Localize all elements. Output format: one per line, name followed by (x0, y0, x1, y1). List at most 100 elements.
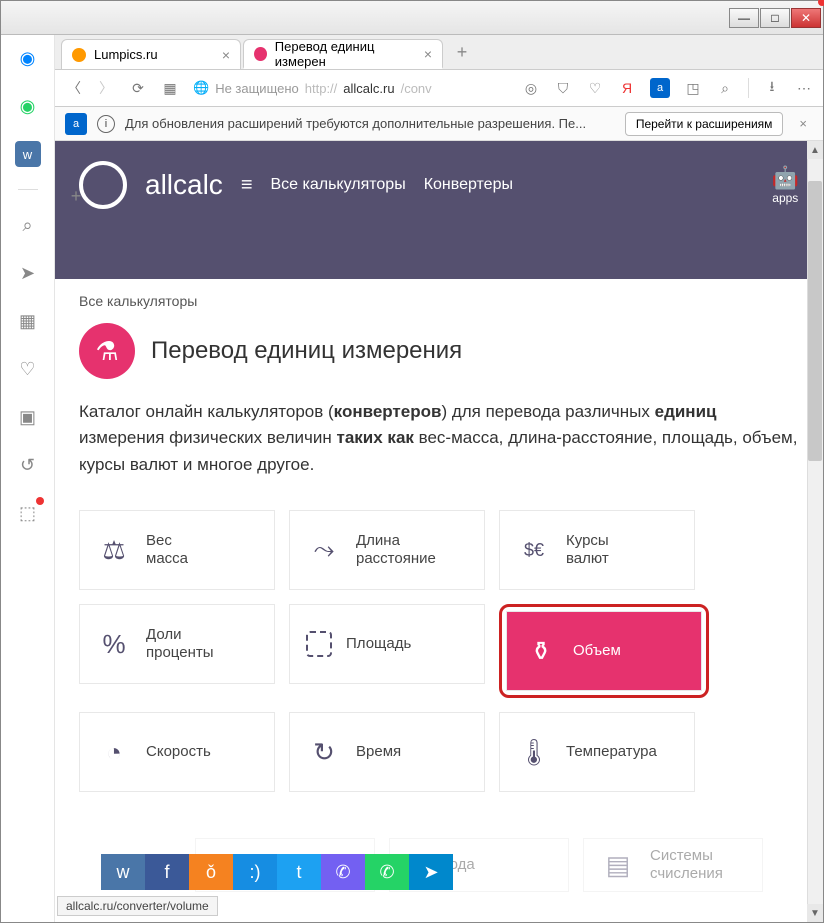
new-tab-button[interactable]: + (451, 41, 473, 63)
back-button[interactable]: 〈 (65, 79, 83, 97)
ext-yandex-icon[interactable]: Я (618, 79, 636, 97)
tab-title: Перевод единиц измерен (275, 39, 416, 69)
nav-converters[interactable]: Конвертеры (424, 176, 513, 194)
tab-close-icon[interactable]: × (222, 47, 230, 63)
tab-close-icon[interactable]: × (424, 46, 432, 62)
vk-icon[interactable]: w (15, 141, 41, 167)
search-icon[interactable]: ⌕ (716, 79, 734, 97)
card-label: Курсы валют (566, 532, 609, 568)
whatsapp-icon[interactable]: ◉ (15, 93, 41, 119)
card-time[interactable]: ↻Время (289, 712, 485, 792)
card-label: Время (356, 743, 401, 761)
heart-icon[interactable]: ♡ (15, 356, 41, 382)
share-whatsapp-icon[interactable]: ✆ (365, 854, 409, 890)
goto-extensions-button[interactable]: Перейти к расширениям (625, 112, 784, 136)
messenger-icon[interactable]: ◉ (15, 45, 41, 71)
scrollbar-thumb[interactable] (808, 181, 822, 461)
search-icon[interactable]: ⌕ (15, 212, 41, 238)
address-bar: 〈 〉 ⟳ ▦ 🌐 Не защищено http://allcalc.ru/… (55, 69, 823, 107)
extensions-icon[interactable]: ⬚ (15, 500, 41, 526)
menu-icon[interactable]: ⋯ (795, 79, 813, 97)
percent-icon: % (96, 626, 132, 662)
card-label: Площадь (346, 635, 411, 653)
favicon-icon (72, 48, 86, 62)
card-currency[interactable]: $€ Курсы валют (499, 510, 695, 590)
card-area[interactable]: ▢ Площадь (289, 604, 485, 684)
site-header: allcalc ≡ Все калькуляторы Конвертеры 🤖 … (55, 141, 823, 279)
card-label: Системы счисления (650, 847, 723, 883)
nav-all-calculators[interactable]: Все калькуляторы (270, 176, 405, 194)
downloads-icon[interactable]: ⭳ (763, 79, 781, 97)
breadcrumb[interactable]: Все калькуляторы (55, 279, 823, 317)
mini-plus-button[interactable]: + (65, 185, 87, 207)
news-icon[interactable]: ▣ (15, 404, 41, 430)
tab-lumpics[interactable]: Lumpics.ru × (61, 39, 241, 69)
page-description: Каталог онлайн калькуляторов (конвертеро… (55, 399, 823, 478)
notice-text: Для обновления расширений требуются допо… (125, 116, 615, 131)
page-heading: ⚗ Перевод единиц измерения (55, 317, 823, 399)
card-weight[interactable]: ⚖Вес масса (79, 510, 275, 590)
highlight-frame: ⚱Объем (499, 604, 709, 698)
scroll-up-button[interactable]: ▲ (807, 141, 823, 159)
opera-sidebar: ◉ ◉ w ⌕ ➤ ▦ ♡ ▣ ↺ ⬚ (1, 35, 55, 922)
url-scheme: http:// (305, 81, 338, 96)
status-bar-url: allcalc.ru/converter/volume (57, 896, 218, 916)
speed-dial-button[interactable]: ▦ (161, 79, 179, 97)
window-minimize-button[interactable]: — (729, 8, 759, 28)
share-telegram-icon[interactable]: ➤ (409, 854, 453, 890)
android-icon: 🤖 (772, 165, 799, 191)
divider (18, 189, 38, 190)
globe-icon: 🌐 (193, 80, 209, 96)
thermometer-icon: 🌡 (516, 734, 552, 770)
card-numeral-systems[interactable]: ▤Системы счисления (583, 838, 763, 892)
share-viber-icon[interactable]: ✆ (321, 854, 365, 890)
apps-link[interactable]: 🤖 apps (772, 165, 799, 205)
share-mail-icon[interactable]: :) (233, 854, 277, 890)
scrollbar-track[interactable]: ▲ ▼ (807, 141, 823, 922)
favicon-icon (254, 47, 267, 61)
card-length[interactable]: ⤳Длина расстояние (289, 510, 485, 590)
forward-button[interactable]: 〉 (97, 79, 115, 97)
card-label: Вес масса (146, 532, 188, 568)
card-percent[interactable]: %Доли проценты (79, 604, 275, 684)
category-grid: ⚖Вес масса ⤳Длина расстояние $€ Курсы вал… (55, 478, 823, 792)
window-maximize-button[interactable]: □ (760, 8, 790, 28)
page-content: allcalc ≡ Все калькуляторы Конвертеры 🤖 … (55, 141, 823, 922)
ext-translate-icon[interactable]: а (65, 113, 87, 135)
window-titlebar: — □ ✕ (1, 1, 823, 35)
shield-icon[interactable]: ⛉ (554, 79, 572, 97)
share-vk-icon[interactable]: w (101, 854, 145, 890)
send-icon[interactable]: ➤ (15, 260, 41, 286)
share-fb-icon[interactable]: f (145, 854, 189, 890)
tab-title: Lumpics.ru (94, 47, 158, 62)
history-icon[interactable]: ↺ (15, 452, 41, 478)
apps-label: apps (772, 191, 798, 205)
card-speed[interactable]: ◔ Скорость (79, 712, 275, 792)
bookmark-icon[interactable]: ♡ (586, 79, 604, 97)
tab-strip: Lumpics.ru × Перевод единиц измерен × + (55, 35, 823, 69)
hamburger-icon[interactable]: ≡ (241, 174, 253, 197)
share-twitter-icon[interactable]: t (277, 854, 321, 890)
currency-icon: $€ (516, 532, 552, 568)
card-label: Длина расстояние (356, 532, 436, 568)
share-bar: w f ǒ :) t ✆ ✆ ➤ (101, 854, 453, 890)
card-label: Объем (573, 642, 621, 660)
close-icon[interactable]: × (793, 116, 813, 131)
ext-translate-icon[interactable]: а (650, 78, 670, 98)
reload-button[interactable]: ⟳ (129, 79, 147, 97)
converter-category-icon: ⚗ (79, 323, 135, 379)
card-label: Скорость (146, 743, 211, 761)
card-volume[interactable]: ⚱Объем (506, 611, 702, 691)
logo-text[interactable]: allcalc (145, 169, 223, 201)
share-ok-icon[interactable]: ǒ (189, 854, 233, 890)
card-temperature[interactable]: 🌡Температура (499, 712, 695, 792)
area-icon: ▢ (306, 631, 332, 657)
window-close-button[interactable]: ✕ (791, 8, 821, 28)
speed-dial-icon[interactable]: ▦ (15, 308, 41, 334)
url-field[interactable]: 🌐 Не защищено http://allcalc.ru/conv (193, 80, 508, 96)
scroll-down-button[interactable]: ▼ (807, 904, 823, 922)
speed-icon: ◔ (96, 734, 132, 770)
ext-cube-icon[interactable]: ◳ (684, 79, 702, 97)
snapshot-icon[interactable]: ◎ (522, 79, 540, 97)
tab-allcalc[interactable]: Перевод единиц измерен × (243, 39, 443, 69)
